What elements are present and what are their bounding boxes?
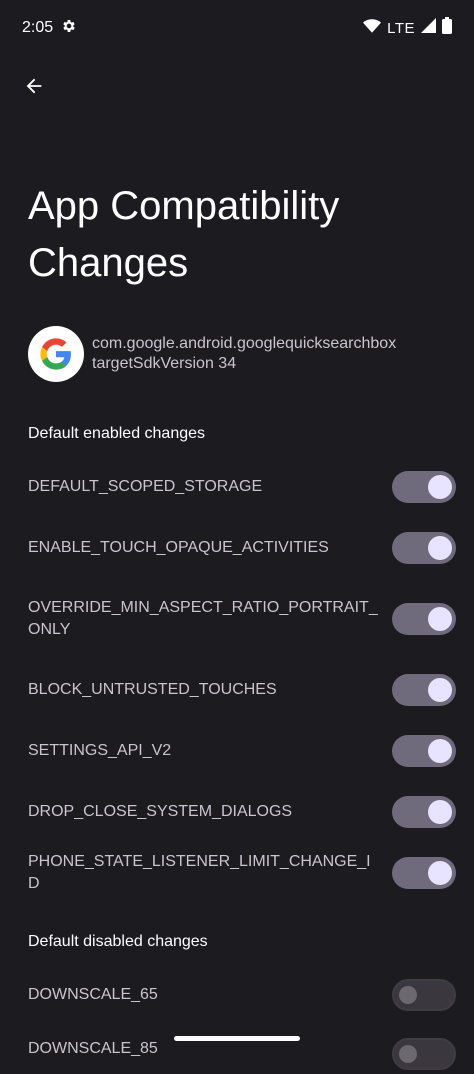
- change-row-override-min-aspect-ratio-portrait-only[interactable]: OVERRIDE_MIN_ASPECT_RATIO_PORTRAIT_ONLY: [0, 590, 474, 648]
- change-label: BLOCK_UNTRUSTED_TOUCHES: [28, 681, 277, 698]
- switch-thumb: [428, 475, 452, 499]
- app-package-name: com.google.android.googlequicksearchbox: [92, 335, 397, 352]
- change-row-block-untrusted-touches[interactable]: BLOCK_UNTRUSTED_TOUCHES: [0, 663, 474, 717]
- app-header: com.google.android.googlequicksearchbox …: [28, 326, 396, 382]
- change-row-drop-close-system-dialogs[interactable]: DROP_CLOSE_SYSTEM_DIALOGS: [0, 785, 474, 839]
- change-label: DOWNSCALE_65: [28, 986, 158, 1003]
- switch-thumb: [428, 800, 452, 824]
- app-meta: com.google.android.googlequicksearchbox …: [92, 335, 396, 373]
- enabled-changes-header: Default enabled changes: [28, 425, 206, 442]
- arrow-back-icon: [23, 75, 45, 102]
- change-label: DEFAULT_SCOPED_STORAGE: [28, 478, 263, 495]
- back-button[interactable]: [16, 70, 52, 106]
- switch-thumb: [399, 986, 417, 1004]
- switch-thumb: [428, 607, 452, 631]
- change-row-enable-touch-opaque-activities[interactable]: ENABLE_TOUCH_OPAQUE_ACTIVITIES: [0, 521, 474, 575]
- switch-thumb: [428, 678, 452, 702]
- target-sdk-version: targetSdkVersion 34: [92, 355, 237, 372]
- change-label: DROP_CLOSE_SYSTEM_DIALOGS: [28, 803, 293, 820]
- status-right: LTE: [363, 17, 452, 39]
- battery-icon: [442, 17, 452, 39]
- switch-thumb: [428, 861, 452, 885]
- toggle-switch[interactable]: [392, 1038, 456, 1070]
- wifi-icon: [363, 18, 382, 39]
- status-left: 2:05: [22, 18, 77, 39]
- toggle-switch[interactable]: [392, 857, 456, 889]
- toggle-switch[interactable]: [392, 532, 456, 564]
- settings-gear-icon: [61, 18, 77, 39]
- network-type: LTE: [387, 19, 415, 37]
- switch-thumb: [428, 536, 452, 560]
- switch-thumb: [428, 739, 452, 763]
- status-bar: 2:05 LTE: [0, 0, 474, 56]
- change-label: SETTINGS_API_V2: [28, 742, 172, 759]
- change-row-downscale-65[interactable]: DOWNSCALE_65: [0, 968, 474, 1022]
- disabled-changes-header: Default disabled changes: [28, 933, 208, 950]
- change-row-settings-api-v2[interactable]: SETTINGS_API_V2: [0, 724, 474, 778]
- switch-thumb: [399, 1045, 417, 1063]
- change-row-phone-state-listener-limit-change-id[interactable]: PHONE_STATE_LISTENER_LIMIT_CHANGE_ID: [0, 846, 474, 900]
- change-label: PHONE_STATE_LISTENER_LIMIT_CHANGE_ID: [28, 853, 371, 892]
- toggle-switch[interactable]: [392, 471, 456, 503]
- toggle-switch[interactable]: [392, 796, 456, 828]
- change-label: OVERRIDE_MIN_ASPECT_RATIO_PORTRAIT_ONLY: [28, 599, 378, 638]
- toggle-switch[interactable]: [392, 674, 456, 706]
- status-time: 2:05: [22, 19, 54, 36]
- change-row-default-scoped-storage[interactable]: DEFAULT_SCOPED_STORAGE: [0, 460, 474, 514]
- gesture-nav-handle[interactable]: [174, 1036, 300, 1041]
- toggle-switch[interactable]: [392, 979, 456, 1011]
- change-label: ENABLE_TOUCH_OPAQUE_ACTIVITIES: [28, 539, 329, 556]
- google-app-icon: [28, 326, 84, 382]
- change-label: DOWNSCALE_85: [28, 1040, 158, 1057]
- page-title: App Compatibility Changes: [28, 184, 340, 285]
- cell-signal-icon: [421, 18, 436, 38]
- toggle-switch[interactable]: [392, 603, 456, 635]
- toggle-switch[interactable]: [392, 735, 456, 767]
